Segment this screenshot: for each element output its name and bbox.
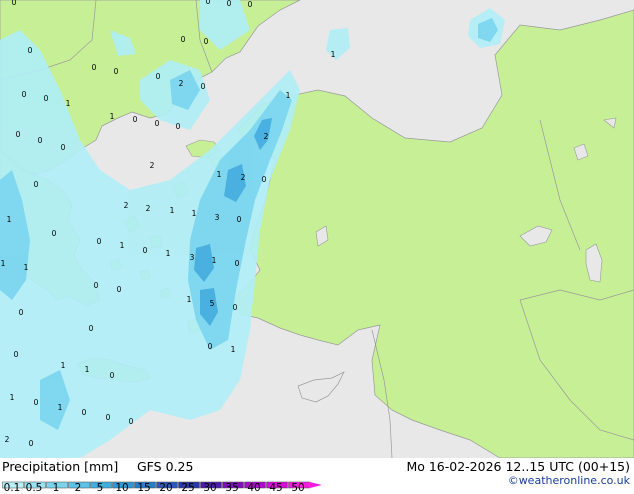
precip-value-label: 0 xyxy=(248,0,253,9)
color-scale-tick: 20 xyxy=(159,482,173,494)
precip-value-label: 2 xyxy=(150,161,155,170)
precip-value-label: 5 xyxy=(210,299,215,308)
precip-value-label: 1 xyxy=(85,365,90,374)
precip-value-label: 0 xyxy=(34,180,39,189)
precip-value-label: 0 xyxy=(181,35,186,44)
color-scale-tick: 1 xyxy=(52,482,60,494)
precip-value-label: 1 xyxy=(170,206,175,215)
precip-value-label: 0 xyxy=(52,229,57,238)
precip-value-label: 0 xyxy=(61,143,66,152)
color-scale-ticks: 0.1 0.5 1 2 5 10 15 20 25 30 35 40 45 50 xyxy=(2,474,332,494)
color-scale-tick: 40 xyxy=(247,482,261,494)
color-scale-tick: 50 xyxy=(291,482,305,494)
precip-value-label: 0 xyxy=(176,122,181,131)
precip-value-label: 0 xyxy=(114,67,119,76)
precip-value-label: 0 xyxy=(262,175,267,184)
precip-value-label: 0 xyxy=(206,0,211,6)
precip-value-label: 1 xyxy=(10,393,15,402)
precip-value-label: 1 xyxy=(231,345,236,354)
precip-value-label: 0 xyxy=(22,90,27,99)
precip-value-label: 0 xyxy=(235,259,240,268)
precip-value-label: 1 xyxy=(1,259,6,268)
precip-value-label: 0 xyxy=(82,408,87,417)
precip-value-label: 0 xyxy=(97,237,102,246)
precip-value-label: 0 xyxy=(117,285,122,294)
precip-value-label: 0 xyxy=(155,119,160,128)
precip-value-label: 0 xyxy=(38,136,43,145)
precip-value-label: 3 xyxy=(190,253,195,262)
precip-value-label: 0 xyxy=(129,417,134,426)
color-scale-tick: 30 xyxy=(203,482,217,494)
color-scale-tick: 0.5 xyxy=(25,482,43,494)
precip-value-label: 0 xyxy=(29,439,34,448)
precip-value-label: 2 xyxy=(124,201,129,210)
precip-value-label: 1 xyxy=(7,215,12,224)
color-scale: 0.1 0.5 1 2 5 10 15 20 25 30 35 40 45 50 xyxy=(2,474,332,494)
precip-value-label: 0 xyxy=(110,371,115,380)
color-scale-tick: 0.1 xyxy=(3,482,21,494)
precip-value-label: 1 xyxy=(192,209,197,218)
precip-value-label: 0 xyxy=(227,0,232,8)
precip-value-label: 0 xyxy=(106,413,111,422)
precip-value-label: 3 xyxy=(215,213,220,222)
precip-value-label: 0 xyxy=(92,63,97,72)
precip-value-label: 1 xyxy=(286,91,291,100)
precipitation-map: 0 0 0 0 0 0 0 0 0 0 1 2 0 0 0 1 1 0 0 1 0 0 0 0 2 2 1 2 0 0 2 2 1 1 3 0 1 0 0 1… xyxy=(0,0,634,459)
precip-value-label: 1 xyxy=(217,170,222,179)
valid-datetime: Mo 16-02-2026 12..15 UTC (00+15) xyxy=(406,459,630,474)
precip-value-label: 0 xyxy=(12,0,17,7)
precip-value-label: 0 xyxy=(156,72,161,81)
precip-value-label: 1 xyxy=(24,263,29,272)
precip-value-label: 1 xyxy=(212,256,217,265)
precip-value-label: 0 xyxy=(19,308,24,317)
precip-value-label: 0 xyxy=(133,115,138,124)
precip-value-label: 0 xyxy=(237,215,242,224)
color-scale-tick: 5 xyxy=(96,482,104,494)
legend-title: Precipitation [mm] xyxy=(2,459,119,474)
precip-value-label: 0 xyxy=(16,130,21,139)
color-scale-tick: 25 xyxy=(181,482,195,494)
precip-value-label: 2 xyxy=(241,173,246,182)
precip-value-label: 1 xyxy=(166,249,171,258)
precip-value-label: 0 xyxy=(44,94,49,103)
precip-value-label: 2 xyxy=(146,204,151,213)
precip-value-label: 1 xyxy=(110,112,115,121)
color-scale-tick: 45 xyxy=(269,482,283,494)
precip-value-label: 0 xyxy=(94,281,99,290)
precip-value-label: 0 xyxy=(28,46,33,55)
legend-footer: Precipitation [mm] GFS 0.25 Mo 16-02-202… xyxy=(0,458,634,494)
credit-link[interactable]: ©weatheronline.co.uk xyxy=(508,474,630,487)
precip-value-label: 0 xyxy=(208,342,213,351)
precip-value-label: 0 xyxy=(89,324,94,333)
precip-value-label: 0 xyxy=(34,398,39,407)
precip-value-label: 1 xyxy=(58,403,63,412)
precip-value-label: 1 xyxy=(61,361,66,370)
precip-value-label: 1 xyxy=(331,50,336,59)
precip-value-label: 0 xyxy=(233,303,238,312)
precip-value-label: 0 xyxy=(14,350,19,359)
precip-value-label: 0 xyxy=(204,37,209,46)
precip-value-label: 2 xyxy=(5,435,10,444)
precip-value-label: 1 xyxy=(120,241,125,250)
color-scale-tick: 10 xyxy=(115,482,129,494)
precip-value-label: 0 xyxy=(201,82,206,91)
color-scale-tick: 2 xyxy=(74,482,82,494)
precip-value-label: 2 xyxy=(264,132,269,141)
precip-value-label: 2 xyxy=(179,79,184,88)
model-name: GFS 0.25 xyxy=(137,459,194,474)
precip-value-label: 0 xyxy=(143,246,148,255)
color-scale-tick: 15 xyxy=(137,482,151,494)
precip-value-label: 1 xyxy=(66,99,71,108)
color-scale-tick: 35 xyxy=(225,482,239,494)
precip-value-label: 1 xyxy=(187,295,192,304)
